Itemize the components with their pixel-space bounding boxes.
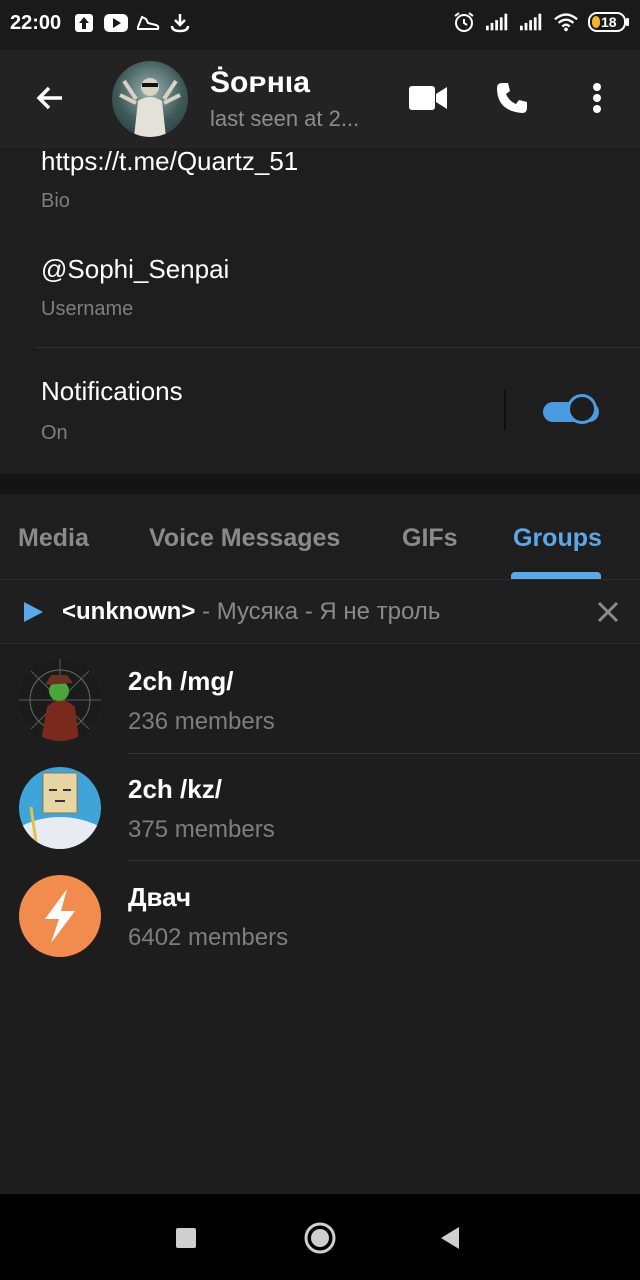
close-icon [597, 601, 619, 623]
section-gap [0, 474, 640, 494]
divider [36, 347, 640, 348]
signal-icon [520, 10, 544, 34]
home-circle-icon [304, 1222, 336, 1254]
group-avatar [19, 659, 101, 741]
back-nav-button[interactable] [430, 1218, 470, 1258]
active-tab-indicator [511, 572, 601, 579]
tab-gifs[interactable]: GIFs [402, 524, 458, 553]
video-camera-icon [409, 86, 447, 110]
play-button[interactable] [22, 601, 44, 623]
tab-voice-messages[interactable]: Voice Messages [149, 524, 340, 553]
tab-media[interactable]: Media [18, 524, 89, 553]
group-name: Двач [128, 882, 192, 912]
avatar[interactable] [112, 61, 188, 137]
group-name: 2ch /kz/ [128, 774, 222, 804]
player-track-title: <unknown> [62, 598, 196, 625]
avatar-image [119, 78, 181, 137]
toggle-knob [567, 394, 597, 424]
group-avatar-image [19, 767, 101, 849]
player-track-artist: - Мусяка - Я не троль [195, 598, 441, 625]
phone-icon [497, 83, 527, 113]
triangle-back-icon [441, 1227, 459, 1249]
youtube-icon [104, 11, 128, 35]
username-label: Username [41, 298, 134, 320]
group-avatar-image [19, 659, 101, 741]
back-button[interactable] [26, 74, 74, 122]
signal-icon [486, 10, 510, 34]
video-call-button[interactable] [404, 74, 452, 122]
tab-groups[interactable]: Groups [513, 524, 602, 553]
bio-value[interactable]: https://t.me/Quartz_51 [41, 146, 298, 177]
download-icon [168, 11, 192, 35]
last-seen-status: last seen at 2... [210, 106, 360, 131]
group-members: 6402 members [128, 924, 289, 951]
arrow-left-icon [36, 86, 62, 110]
status-time: 22:00 [10, 12, 62, 34]
square-icon [176, 1228, 196, 1248]
bio-label: Bio [41, 190, 70, 212]
notifications-toggle[interactable] [541, 394, 603, 428]
group-members: 375 members [128, 816, 275, 843]
lightning-icon [45, 889, 75, 943]
notifications-state: On [41, 422, 68, 444]
player-track-info: <unknown> - Мусяка - Я не троль [62, 598, 440, 626]
group-avatar [19, 767, 101, 849]
group-members: 236 members [128, 708, 275, 735]
divider [0, 579, 640, 580]
toggle-separator [504, 390, 506, 430]
upload-icon [72, 11, 96, 35]
wifi-icon [554, 10, 578, 34]
play-icon [24, 602, 43, 622]
alarm-icon [452, 10, 476, 34]
contact-name: Ṡᴏᴘнιa [210, 66, 310, 99]
group-avatar [19, 875, 101, 957]
app-header [0, 50, 640, 148]
voice-call-button[interactable] [488, 74, 536, 122]
home-button[interactable] [300, 1218, 340, 1258]
status-icons-left [72, 11, 192, 35]
recent-apps-button[interactable] [166, 1218, 206, 1258]
close-player-button[interactable] [594, 598, 622, 626]
shoe-icon [136, 11, 160, 35]
username-value[interactable]: @Sophi_Senpai [41, 254, 229, 285]
group-name: 2ch /mg/ [128, 666, 234, 696]
more-vertical-icon [593, 83, 601, 113]
battery-level: 18 [601, 14, 617, 30]
notifications-title[interactable]: Notifications [41, 376, 183, 407]
more-options-button[interactable] [573, 74, 621, 122]
